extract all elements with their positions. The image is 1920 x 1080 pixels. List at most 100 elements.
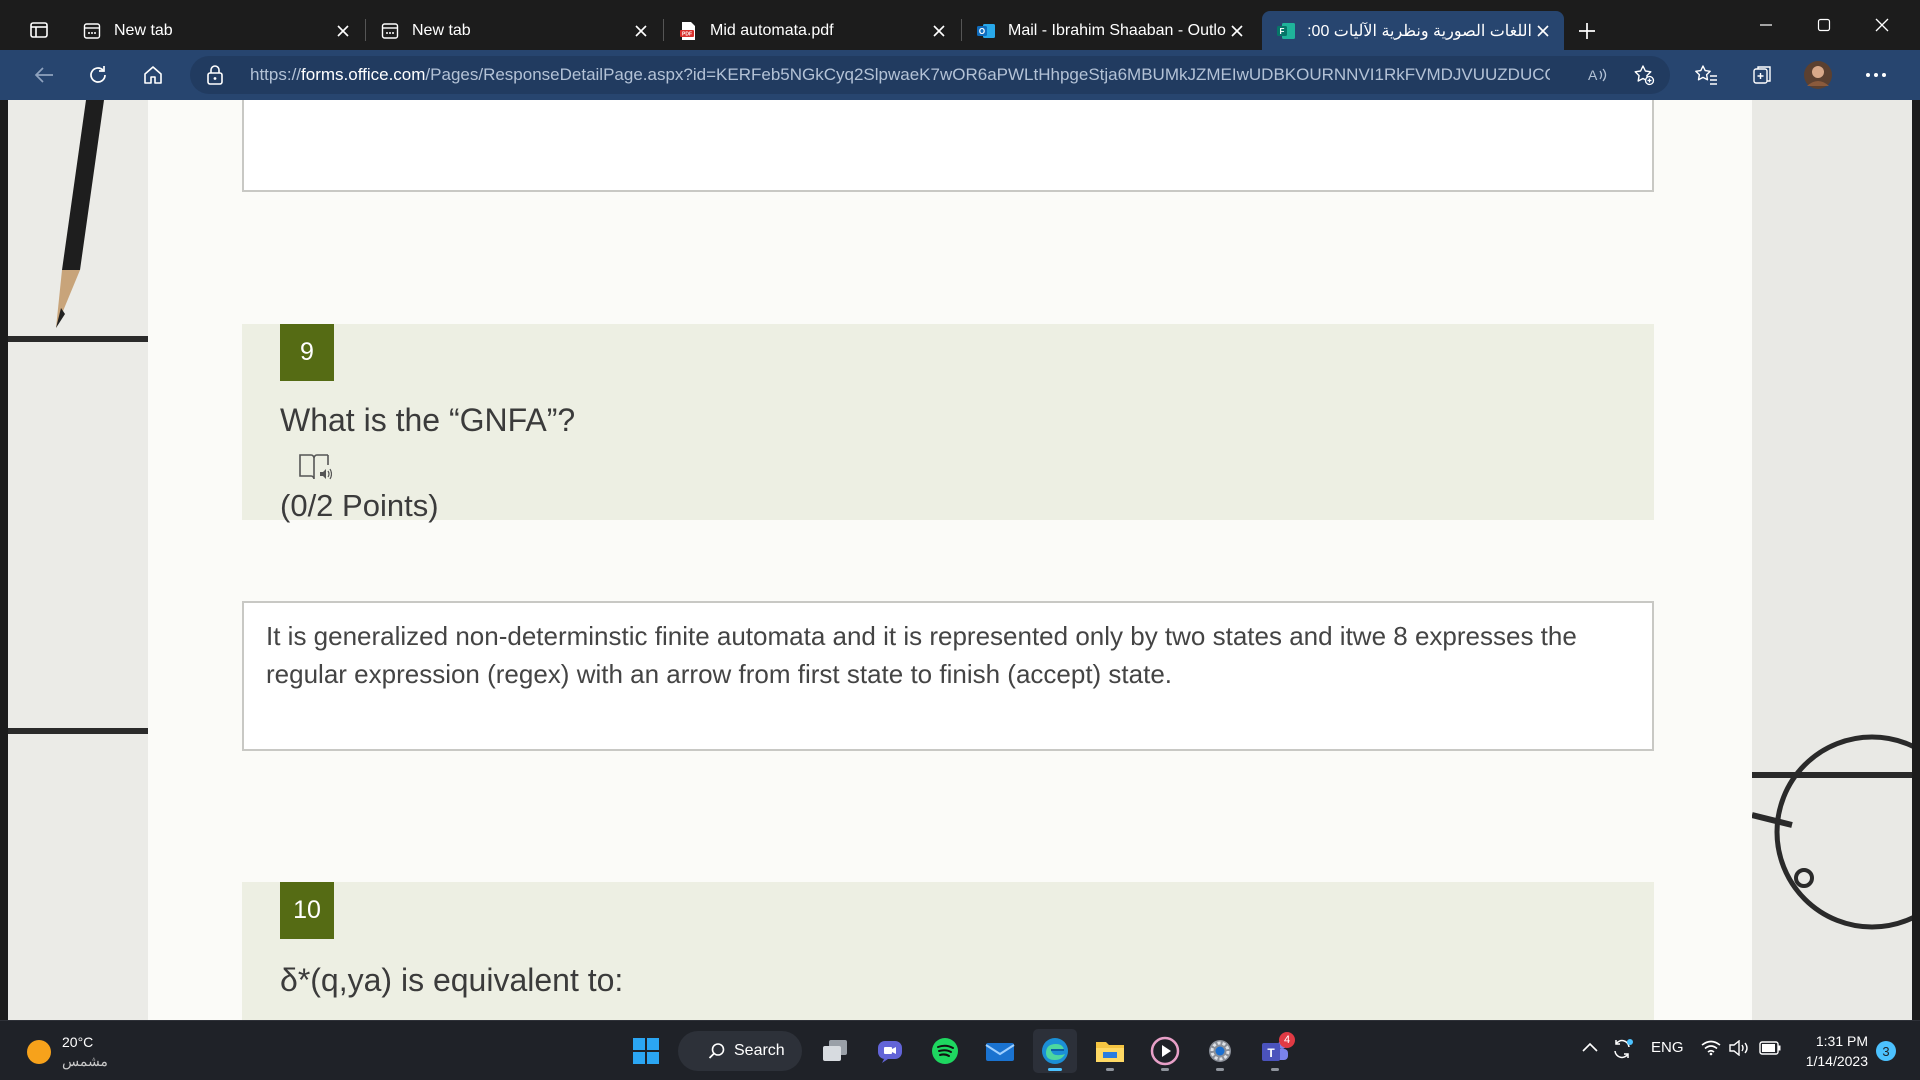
- teams-button[interactable]: T 4: [1253, 1029, 1297, 1073]
- collections-icon: [1753, 66, 1771, 84]
- close-icon[interactable]: [928, 20, 950, 42]
- volume-icon[interactable]: [1729, 1040, 1751, 1056]
- new-tab-page-icon: [82, 21, 102, 41]
- svg-text:O: O: [979, 27, 985, 36]
- close-icon: [1875, 18, 1889, 32]
- avatar: [1804, 61, 1832, 89]
- question-9-answer: It is generalized non-determinstic finit…: [242, 601, 1654, 751]
- collections-button[interactable]: [1744, 57, 1780, 93]
- clock-date: 1/14/2023: [1805, 1053, 1868, 1069]
- language-indicator[interactable]: ENG: [1651, 1039, 1684, 1056]
- edge-button[interactable]: [1033, 1029, 1077, 1073]
- taskbar-search-button[interactable]: Search: [678, 1031, 802, 1071]
- maximize-button[interactable]: [1798, 8, 1850, 42]
- folder-icon: [1096, 1042, 1124, 1062]
- refresh-button[interactable]: [80, 57, 116, 93]
- tab-title: New tab: [114, 21, 173, 39]
- add-favorite-icon[interactable]: [1626, 57, 1662, 93]
- gear-icon: [1209, 1040, 1231, 1062]
- read-aloud-icon[interactable]: A: [1580, 57, 1616, 93]
- spotify-icon: [932, 1038, 958, 1064]
- media-player-button[interactable]: [1143, 1029, 1187, 1073]
- lock-icon[interactable]: [206, 65, 224, 85]
- mail-icon: [985, 1043, 1015, 1061]
- pdf-icon: PDF: [678, 21, 698, 41]
- weather-temp: 20°C: [62, 1034, 94, 1050]
- url-domain: forms.office.com: [301, 65, 426, 84]
- sync-status-button[interactable]: [1610, 1037, 1634, 1061]
- task-view-button[interactable]: [813, 1029, 857, 1073]
- sync-icon: [1614, 1039, 1633, 1059]
- settings-button[interactable]: [1198, 1029, 1242, 1073]
- clock[interactable]: 1:31 PM 1/14/2023: [1794, 1031, 1868, 1071]
- tab-title: اللغات الصورية ونظرية الآليات 2:00: [1308, 22, 1532, 40]
- question-points: (0/2 Points): [280, 488, 439, 523]
- question-number: 10: [280, 882, 334, 939]
- tab-title: New tab: [412, 21, 471, 39]
- background-wood-right: [1752, 100, 1912, 1020]
- windows-logo-icon: [633, 1038, 659, 1064]
- minimize-button[interactable]: [1740, 8, 1792, 42]
- maximize-icon: [1817, 18, 1831, 32]
- svg-text:PDF: PDF: [682, 31, 692, 37]
- close-icon[interactable]: [332, 20, 354, 42]
- question-title: δ*(q,ya) is equivalent to:: [280, 962, 624, 998]
- search-label: Search: [734, 1042, 785, 1059]
- browser-toolbar: https://forms.office.com/Pages/ResponseD…: [0, 50, 1920, 100]
- tab-actions-button[interactable]: [16, 11, 62, 49]
- question-number: 9: [280, 324, 334, 381]
- tab-outlook-mail[interactable]: O Mail - Ibrahim Shaaban - Outlook: [962, 11, 1258, 50]
- svg-text:F: F: [1280, 27, 1285, 36]
- close-icon[interactable]: [630, 20, 652, 42]
- running-indicator: [1106, 1068, 1114, 1071]
- settings-menu-button[interactable]: [1858, 57, 1894, 93]
- address-bar[interactable]: https://forms.office.com/Pages/ResponseD…: [190, 56, 1670, 94]
- notification-badge[interactable]: 3: [1876, 1041, 1896, 1061]
- url-prefix: https://: [250, 65, 302, 84]
- close-window-button[interactable]: [1856, 8, 1908, 42]
- new-tab-button[interactable]: [1572, 16, 1602, 46]
- search-icon: [708, 1043, 725, 1059]
- favorites-button[interactable]: [1688, 57, 1724, 93]
- glasses-decoration: [1752, 734, 1912, 930]
- wifi-icon[interactable]: [1701, 1040, 1721, 1056]
- running-indicator: [1161, 1068, 1169, 1071]
- page-viewport: 9 What is the “GNFA”? (0/2 Points) It is…: [8, 100, 1912, 1020]
- close-icon[interactable]: [1532, 20, 1554, 42]
- tab-mid-automata-pdf[interactable]: PDF Mid automata.pdf: [664, 11, 960, 50]
- background-wood-left: [8, 100, 148, 1020]
- svg-text:A: A: [1588, 67, 1598, 83]
- immersive-reader-icon[interactable]: [298, 452, 332, 482]
- battery-icon[interactable]: [1759, 1041, 1781, 1055]
- tab-new-tab-2[interactable]: New tab: [366, 11, 662, 50]
- profile-button[interactable]: [1800, 57, 1836, 93]
- start-button[interactable]: [624, 1029, 668, 1073]
- spotify-button[interactable]: [923, 1029, 967, 1073]
- edge-icon: [1042, 1038, 1068, 1064]
- running-indicator: [1271, 1068, 1279, 1071]
- teams-chat-button[interactable]: [868, 1029, 912, 1073]
- back-button[interactable]: [26, 57, 62, 93]
- new-tab-page-icon: [380, 21, 400, 41]
- tab-strip: New tab New tab PDF Mid automata.pdf O M…: [0, 0, 1920, 50]
- outlook-icon: O: [976, 21, 996, 41]
- close-icon[interactable]: [1226, 20, 1248, 42]
- tab-forms-active[interactable]: F اللغات الصورية ونظرية الآليات 2:00: [1262, 11, 1564, 50]
- pencil-decoration: [56, 100, 104, 328]
- sun-icon: [27, 1040, 51, 1064]
- svg-text:T: T: [1267, 1046, 1275, 1060]
- home-icon: [144, 66, 162, 84]
- more-icon: [1866, 73, 1886, 77]
- question-10-card: 10 δ*(q,ya) is equivalent to:: [242, 882, 1654, 1020]
- url-text[interactable]: https://forms.office.com/Pages/ResponseD…: [250, 65, 1550, 85]
- mail-button[interactable]: [978, 1029, 1022, 1073]
- file-explorer-button[interactable]: [1088, 1029, 1132, 1073]
- weather-widget[interactable]: 20°C مشمس: [26, 1033, 108, 1071]
- chevron-up-icon: [1582, 1042, 1598, 1052]
- home-button[interactable]: [135, 57, 171, 93]
- refresh-icon: [90, 66, 106, 83]
- favorites-icon: [1695, 65, 1717, 85]
- tab-title: Mid automata.pdf: [710, 21, 834, 39]
- show-hidden-icons-button[interactable]: [1582, 1041, 1598, 1053]
- tab-new-tab-1[interactable]: New tab: [68, 11, 364, 50]
